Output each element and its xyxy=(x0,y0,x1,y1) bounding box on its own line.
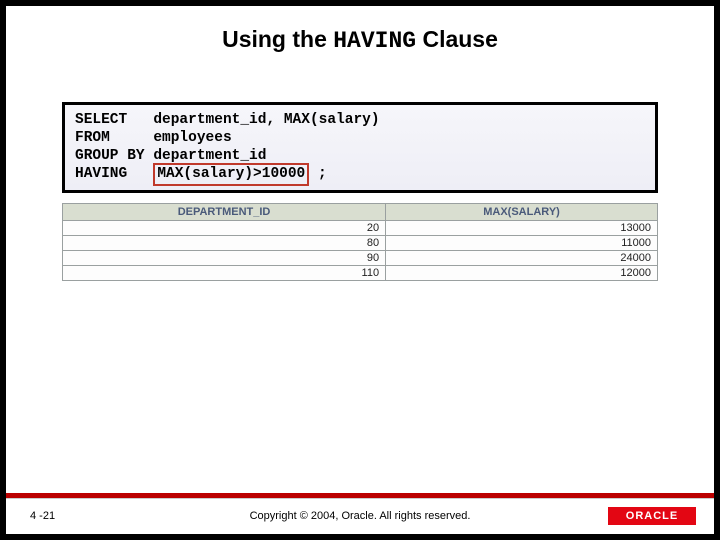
cell: 110 xyxy=(63,265,386,280)
cell: 24000 xyxy=(386,250,658,265)
result-table: DEPARTMENT_ID MAX(SALARY) 20 13000 80 11… xyxy=(62,203,658,281)
table-row: 80 11000 xyxy=(63,235,658,250)
title-post: Clause xyxy=(416,26,498,52)
code-l3b: department_id xyxy=(153,148,266,164)
code-l1b: department_id, MAX(salary) xyxy=(153,112,379,128)
cell: 12000 xyxy=(386,265,658,280)
table-row: 110 12000 xyxy=(63,265,658,280)
slide-title: Using the HAVING Clause xyxy=(6,26,714,54)
table-header-row: DEPARTMENT_ID MAX(SALARY) xyxy=(63,203,658,220)
oracle-logo-text: ORACLE xyxy=(608,507,696,525)
cell: 80 xyxy=(63,235,386,250)
code-l4b: ; xyxy=(309,166,326,182)
cell: 90 xyxy=(63,250,386,265)
table-row: 90 24000 xyxy=(63,250,658,265)
footer-bar: 4 -21 Copyright © 2004, Oracle. All righ… xyxy=(6,498,714,534)
code-kw-having: HAVING xyxy=(75,166,153,182)
cell: 13000 xyxy=(386,220,658,235)
col-header-maxsal: MAX(SALARY) xyxy=(386,203,658,220)
sql-code-box: SELECT department_id, MAX(salary) FROM e… xyxy=(62,102,658,193)
code-l2b: employees xyxy=(153,130,231,146)
table-row: 20 13000 xyxy=(63,220,658,235)
cell: 11000 xyxy=(386,235,658,250)
slide: Using the HAVING Clause SELECT departmen… xyxy=(6,6,714,534)
footer-red-strip xyxy=(6,493,714,498)
oracle-logo: ORACLE xyxy=(608,506,696,526)
col-header-dept: DEPARTMENT_ID xyxy=(63,203,386,220)
title-pre: Using the xyxy=(222,26,333,52)
code-kw-from: FROM xyxy=(75,130,153,146)
code-kw-select: SELECT xyxy=(75,112,153,128)
title-keyword: HAVING xyxy=(333,28,416,54)
code-kw-groupby: GROUP BY xyxy=(75,148,153,164)
code-highlight: MAX(salary)>10000 xyxy=(153,163,309,185)
cell: 20 xyxy=(63,220,386,235)
